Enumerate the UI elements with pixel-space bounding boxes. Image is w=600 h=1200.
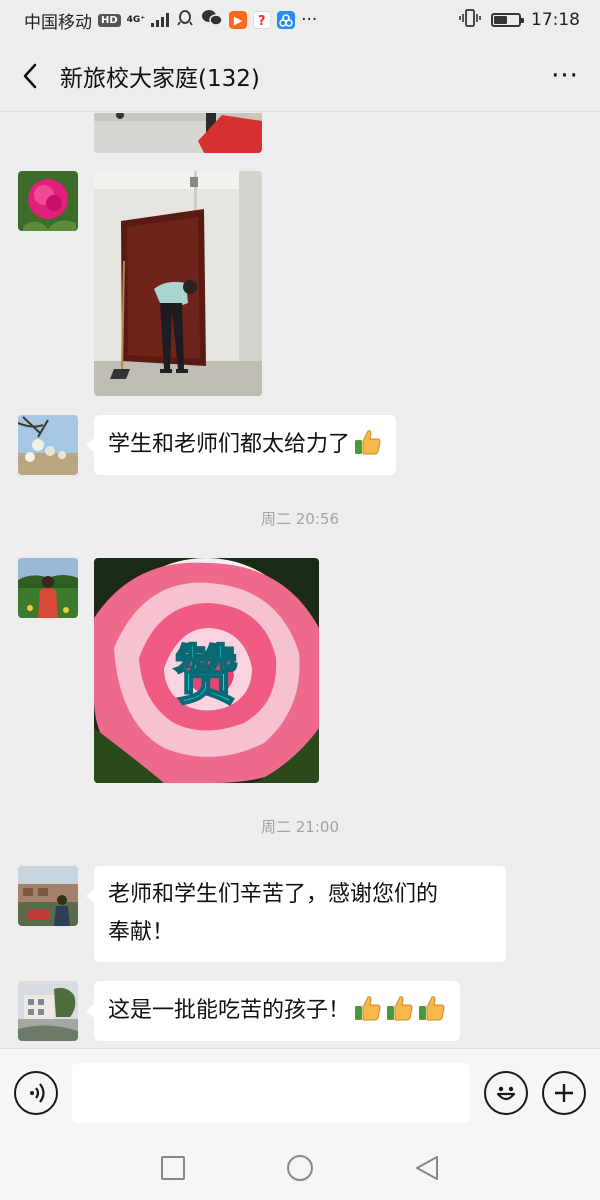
- thumbs-up-icon: [382, 996, 414, 1023]
- back-button[interactable]: [0, 40, 60, 112]
- chat-title: 新旅校大家庭(132): [60, 65, 260, 92]
- system-navigation-bar: [0, 1136, 600, 1200]
- thumbs-up-icon: [414, 996, 446, 1023]
- video-app-icon: ▶: [229, 11, 248, 29]
- more-functions-button[interactable]: [542, 1070, 586, 1115]
- avatar[interactable]: [18, 415, 78, 475]
- circle-icon: [286, 1155, 313, 1181]
- avatar[interactable]: [18, 171, 78, 231]
- more-notifications-icon: ···: [301, 10, 318, 30]
- back-nav-button[interactable]: [407, 1148, 447, 1188]
- carrier-name: 中国移动: [24, 12, 92, 33]
- image-message[interactable]: [94, 113, 262, 153]
- emoji-button[interactable]: [484, 1070, 528, 1115]
- zan-overlay-text: 赞: [174, 640, 238, 714]
- battery-icon: [491, 13, 524, 27]
- text-message-bubble[interactable]: 老师和学生们辛苦了，感谢您们的 奉献！: [86, 866, 506, 962]
- voice-input-button[interactable]: [14, 1070, 58, 1115]
- chevron-left-icon: [23, 63, 37, 88]
- voice-icon: [30, 1082, 45, 1103]
- message-text-line: 奉献！: [108, 920, 175, 945]
- image-message[interactable]: [94, 171, 262, 396]
- status-time: 17:18: [531, 10, 580, 30]
- message-text: 这是一批能吃苦的孩子！: [108, 998, 351, 1023]
- status-bar: 中国移动 HD 4G⁺ ▶ ? ··· 17:18: [0, 0, 600, 40]
- recent-apps-button[interactable]: [153, 1148, 193, 1188]
- thumbs-up-icon: [350, 996, 382, 1023]
- triangle-back-icon: [415, 1156, 438, 1180]
- app-icon: ?: [253, 11, 272, 29]
- hd-badge: HD: [98, 13, 121, 27]
- avatar[interactable]: [18, 558, 78, 618]
- thumbs-up-icon: [350, 430, 382, 457]
- message-input[interactable]: [72, 1062, 470, 1123]
- image-message[interactable]: 赞: [94, 558, 319, 783]
- home-button[interactable]: [280, 1148, 320, 1188]
- network-app-icon: [277, 11, 296, 29]
- text-message-bubble[interactable]: 这是一批能吃苦的孩子！: [85, 981, 461, 1041]
- message-input-bar: [0, 1048, 600, 1136]
- network-type: 4G⁺: [126, 14, 146, 25]
- square-icon: [161, 1156, 186, 1180]
- chat-header: 新旅校大家庭(132) ···: [0, 40, 600, 112]
- wechat-icon: [201, 8, 223, 33]
- vibrate-icon: [459, 8, 481, 33]
- message-timestamp: 周二 20:56: [261, 510, 339, 528]
- chat-message-list[interactable]: 学生和老师们都太给力了 周二 20:56 赞 周二 21:00 老师和学生们辛苦…: [0, 113, 600, 1048]
- message-text-line: 老师和学生们辛苦了，感谢您们的: [108, 882, 439, 907]
- smiley-icon: [496, 1086, 516, 1100]
- plus-icon: [555, 1083, 573, 1102]
- message-timestamp: 周二 21:00: [261, 818, 339, 836]
- avatar[interactable]: [18, 866, 78, 926]
- message-text: 学生和老师们都太给力了: [108, 432, 351, 457]
- more-options-button[interactable]: ···: [530, 40, 600, 112]
- svg-text:?: ?: [258, 14, 266, 27]
- avatar[interactable]: [18, 981, 78, 1041]
- signal-icon: [151, 13, 170, 27]
- text-message-bubble[interactable]: 学生和老师们都太给力了: [85, 415, 397, 475]
- qq-icon: [175, 8, 195, 33]
